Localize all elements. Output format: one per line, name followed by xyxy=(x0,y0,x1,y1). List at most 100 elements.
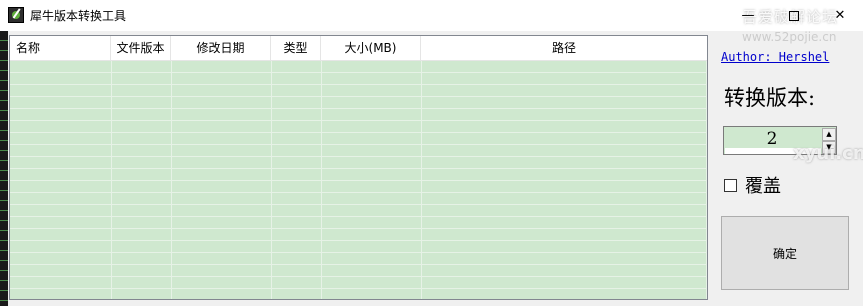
list-cell xyxy=(112,109,172,120)
list-row xyxy=(10,205,707,217)
list-cell xyxy=(422,145,707,156)
list-row xyxy=(10,241,707,253)
list-cell xyxy=(272,169,322,180)
list-cell xyxy=(10,133,112,144)
list-cell xyxy=(172,205,272,216)
list-row xyxy=(10,217,707,229)
window-title: 犀牛版本转换工具 xyxy=(30,9,127,23)
list-row xyxy=(10,289,707,299)
list-row xyxy=(10,109,707,121)
file-list[interactable]: 名称 文件版本 修改日期 类型 大小(MB) 路径 xyxy=(9,35,708,300)
list-cell xyxy=(172,193,272,204)
list-cell xyxy=(322,229,422,240)
version-label: 转换版本: xyxy=(724,86,816,110)
list-row xyxy=(10,97,707,109)
list-cell xyxy=(422,265,707,276)
list-cell xyxy=(10,193,112,204)
list-cell xyxy=(112,241,172,252)
list-cell xyxy=(322,109,422,120)
list-cell xyxy=(272,289,322,299)
list-cell xyxy=(272,181,322,192)
list-row xyxy=(10,229,707,241)
list-cell xyxy=(112,265,172,276)
list-cell xyxy=(272,265,322,276)
list-row xyxy=(10,73,707,85)
list-cell xyxy=(112,145,172,156)
list-cell xyxy=(172,289,272,299)
close-button[interactable]: ✕ xyxy=(817,0,863,31)
list-cell xyxy=(422,133,707,144)
list-cell xyxy=(322,277,422,288)
column-header-file-version[interactable]: 文件版本 xyxy=(111,36,171,61)
list-cell xyxy=(10,85,112,96)
minimize-button[interactable]: — xyxy=(725,0,771,31)
list-cell xyxy=(172,277,272,288)
column-header-type[interactable]: 类型 xyxy=(271,36,321,61)
maximize-icon xyxy=(789,10,799,21)
column-header-size[interactable]: 大小(MB) xyxy=(321,36,421,61)
list-cell xyxy=(272,217,322,228)
list-cell xyxy=(322,205,422,216)
column-header-modified-date[interactable]: 修改日期 xyxy=(171,36,271,61)
list-cell xyxy=(422,121,707,132)
list-cell xyxy=(422,73,707,84)
list-row xyxy=(10,181,707,193)
list-cell xyxy=(112,157,172,168)
author-link[interactable]: Author: Hershel xyxy=(721,50,829,64)
list-cell xyxy=(172,265,272,276)
overwrite-checkbox[interactable] xyxy=(724,178,737,192)
list-cell xyxy=(10,109,112,120)
list-row xyxy=(10,193,707,205)
list-cell xyxy=(422,241,707,252)
list-cell xyxy=(322,157,422,168)
watermark-url: www.52pojie.cn xyxy=(742,30,837,44)
list-cell xyxy=(112,97,172,108)
list-cell xyxy=(112,193,172,204)
list-cell xyxy=(172,229,272,240)
list-cell xyxy=(172,253,272,264)
list-cell xyxy=(112,217,172,228)
list-cell xyxy=(322,169,422,180)
column-header-path[interactable]: 路径 xyxy=(421,36,707,61)
list-cell xyxy=(272,97,322,108)
list-cell xyxy=(112,289,172,299)
list-cell xyxy=(422,205,707,216)
list-row xyxy=(10,265,707,277)
background-edge xyxy=(0,31,8,306)
list-cell xyxy=(422,61,707,72)
list-cell xyxy=(322,133,422,144)
list-cell xyxy=(422,85,707,96)
column-header-name[interactable]: 名称 xyxy=(10,36,111,61)
list-cell xyxy=(10,73,112,84)
maximize-button[interactable] xyxy=(771,0,817,31)
list-cell xyxy=(422,217,707,228)
list-cell xyxy=(322,145,422,156)
list-cell xyxy=(272,121,322,132)
list-cell xyxy=(10,157,112,168)
list-cell xyxy=(322,73,422,84)
list-cell xyxy=(172,157,272,168)
list-row xyxy=(10,157,707,169)
list-cell xyxy=(10,265,112,276)
list-cell xyxy=(422,169,707,180)
list-cell xyxy=(422,229,707,240)
spin-up-button[interactable]: ▲ xyxy=(822,128,836,141)
list-cell xyxy=(112,133,172,144)
list-cell xyxy=(172,121,272,132)
list-cell xyxy=(422,193,707,204)
list-row xyxy=(10,121,707,133)
title-bar: 犀牛版本转换工具 吾爱破解论坛 — ✕ xyxy=(0,0,863,31)
list-cell xyxy=(10,229,112,240)
app-icon xyxy=(8,7,24,23)
list-body xyxy=(10,61,707,299)
list-cell xyxy=(10,241,112,252)
confirm-button[interactable]: 确定 xyxy=(721,216,849,290)
overwrite-option[interactable]: 覆盖 xyxy=(724,172,781,198)
watermark-logo: xyui.cn xyxy=(793,143,863,164)
list-cell xyxy=(112,85,172,96)
list-cell xyxy=(272,253,322,264)
list-cell xyxy=(172,73,272,84)
list-row xyxy=(10,145,707,157)
list-cell xyxy=(172,85,272,96)
list-cell xyxy=(272,73,322,84)
